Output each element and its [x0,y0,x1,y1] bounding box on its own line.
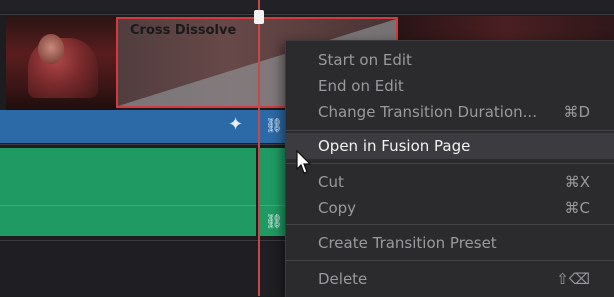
menu-item-shortcut: ⌘D [563,103,590,121]
menu-item-shortcut: ⇧⌫ [556,270,590,288]
clip-thumbnail-face [38,34,64,64]
sparkle-icon[interactable]: ✦ [228,114,243,135]
menu-item-label: Copy [318,199,357,217]
menu-item-end-on-edit[interactable]: End on Edit [286,73,614,99]
menu-item-label: Create Transition Preset [318,234,497,252]
menu-item-shortcut: ⌘X [564,173,590,191]
menu-item-delete[interactable]: Delete ⇧⌫ [286,266,614,292]
menu-item-copy[interactable]: Copy ⌘C [286,195,614,221]
playhead[interactable] [258,0,260,296]
menu-item-label: Start on Edit [318,51,412,69]
context-menu: Start on Edit End on Edit Change Transit… [285,40,614,297]
mouse-pointer-icon [296,150,312,174]
menu-item-label: Open in Fusion Page [318,137,471,155]
menu-item-open-in-fusion-page[interactable]: Open in Fusion Page [286,133,614,159]
track-divider [0,14,614,15]
link-icon[interactable]: ⛓ [265,118,283,134]
menu-item-label: Cut [318,173,344,191]
menu-separator [286,260,614,261]
menu-item-change-transition-duration[interactable]: Change Transition Duration... ⌘D [286,99,614,125]
menu-item-cut[interactable]: Cut ⌘X [286,169,614,195]
link-icon[interactable]: ⛓ [265,214,283,230]
timeline-ruler[interactable] [0,0,614,12]
transition-label: Cross Dissolve [130,23,237,38]
menu-item-create-transition-preset[interactable]: Create Transition Preset [286,230,614,256]
menu-separator [286,163,614,164]
playhead-handle[interactable] [254,10,264,24]
menu-item-shortcut: ⌘C [564,199,590,217]
menu-item-label: End on Edit [318,77,404,95]
video-clip-left[interactable] [6,16,116,110]
menu-separator [286,224,614,225]
menu-item-start-on-edit[interactable]: Start on Edit [286,47,614,73]
menu-item-label: Change Transition Duration... [318,103,537,121]
menu-item-label: Delete [318,270,368,288]
menu-separator [286,130,614,131]
